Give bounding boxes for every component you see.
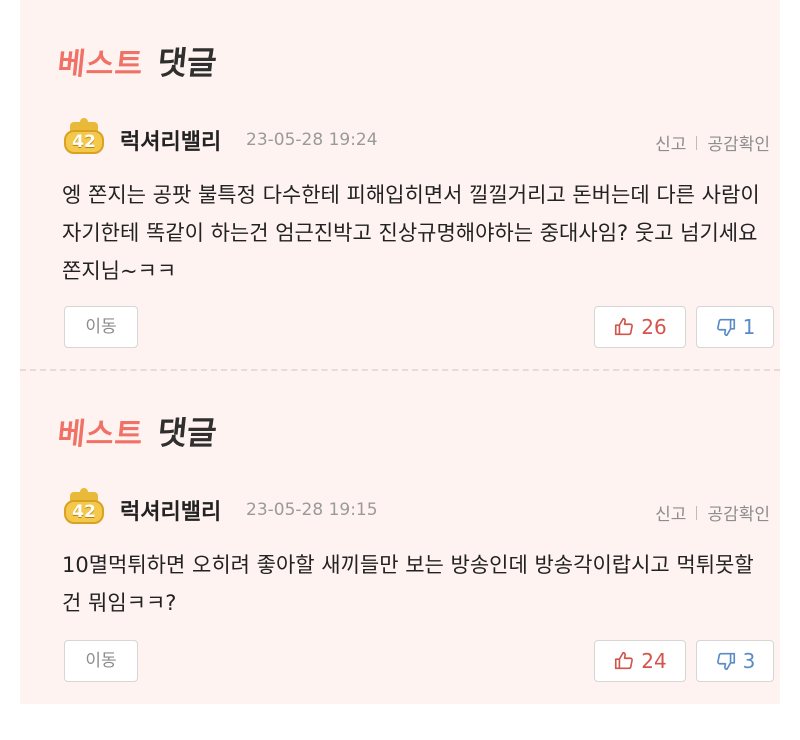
comment-badge-label: 댓글 (155, 44, 219, 82)
thumbs-down-icon (716, 652, 735, 671)
username[interactable]: 럭셔리밸리 (120, 124, 221, 156)
best-comment-1: 베스트 댓글 42 럭셔리밸리 23-05-28 19:24 신고 공감확인 엥… (20, 0, 780, 370)
best-comment-badge: 베스트 댓글 (56, 408, 220, 454)
report-link[interactable]: 신고 (655, 130, 686, 155)
like-count: 24 (641, 649, 667, 673)
best-badge-label: 베스트 (55, 47, 146, 82)
dislike-button[interactable]: 3 (696, 640, 774, 682)
best-comment-2: 베스트 댓글 42 럭셔리밸리 23-05-28 19:15 신고 공감확인 1… (20, 370, 780, 740)
separator (696, 505, 698, 520)
like-button[interactable]: 24 (594, 640, 686, 682)
comment-panel: 베스트 댓글 42 럭셔리밸리 23-05-28 19:24 신고 공감확인 엥… (20, 0, 780, 704)
best-badge-label: 베스트 (55, 417, 146, 452)
move-button[interactable]: 이동 (64, 640, 138, 682)
dislike-button[interactable]: 1 (696, 306, 774, 348)
level-number: 42 (64, 500, 104, 524)
move-button[interactable]: 이동 (64, 306, 138, 348)
report-link[interactable]: 신고 (655, 500, 686, 525)
thumbs-down-icon (716, 318, 735, 337)
agree-check-link[interactable]: 공감확인 (707, 500, 770, 525)
dislike-count: 3 (742, 649, 756, 673)
level-badge-icon: 42 (64, 118, 104, 156)
thumbs-up-icon (615, 317, 634, 336)
timestamp: 23-05-28 19:15 (246, 500, 378, 520)
level-number: 42 (64, 130, 104, 154)
comment-actions: 신고 공감확인 (655, 130, 770, 155)
agree-check-link[interactable]: 공감확인 (707, 130, 770, 155)
thumbs-up-icon (615, 651, 634, 670)
dislike-count: 1 (742, 315, 756, 339)
level-badge-icon: 42 (64, 488, 104, 526)
comment-header: 42 럭셔리밸리 23-05-28 19:24 신고 공감확인 (64, 118, 770, 158)
comment-text: 10멸먹튀하면 오히려 좋아할 새끼들만 보는 방송인데 방송각이랍시고 먹튀못… (62, 553, 754, 615)
best-comment-badge: 베스트 댓글 (56, 38, 220, 84)
like-button[interactable]: 26 (594, 306, 686, 348)
timestamp: 23-05-28 19:24 (246, 130, 378, 150)
comment-header: 42 럭셔리밸리 23-05-28 19:15 신고 공감확인 (64, 488, 770, 528)
comment-badge-label: 댓글 (155, 414, 219, 452)
comment-actions: 신고 공감확인 (655, 500, 770, 525)
comment-text: 엥 쫀지는 공팟 불특정 다수한테 피해입히면서 낄낄거리고 돈버는데 다른 사… (62, 183, 760, 283)
separator (696, 135, 698, 150)
like-count: 26 (641, 315, 667, 339)
username[interactable]: 럭셔리밸리 (120, 494, 221, 526)
